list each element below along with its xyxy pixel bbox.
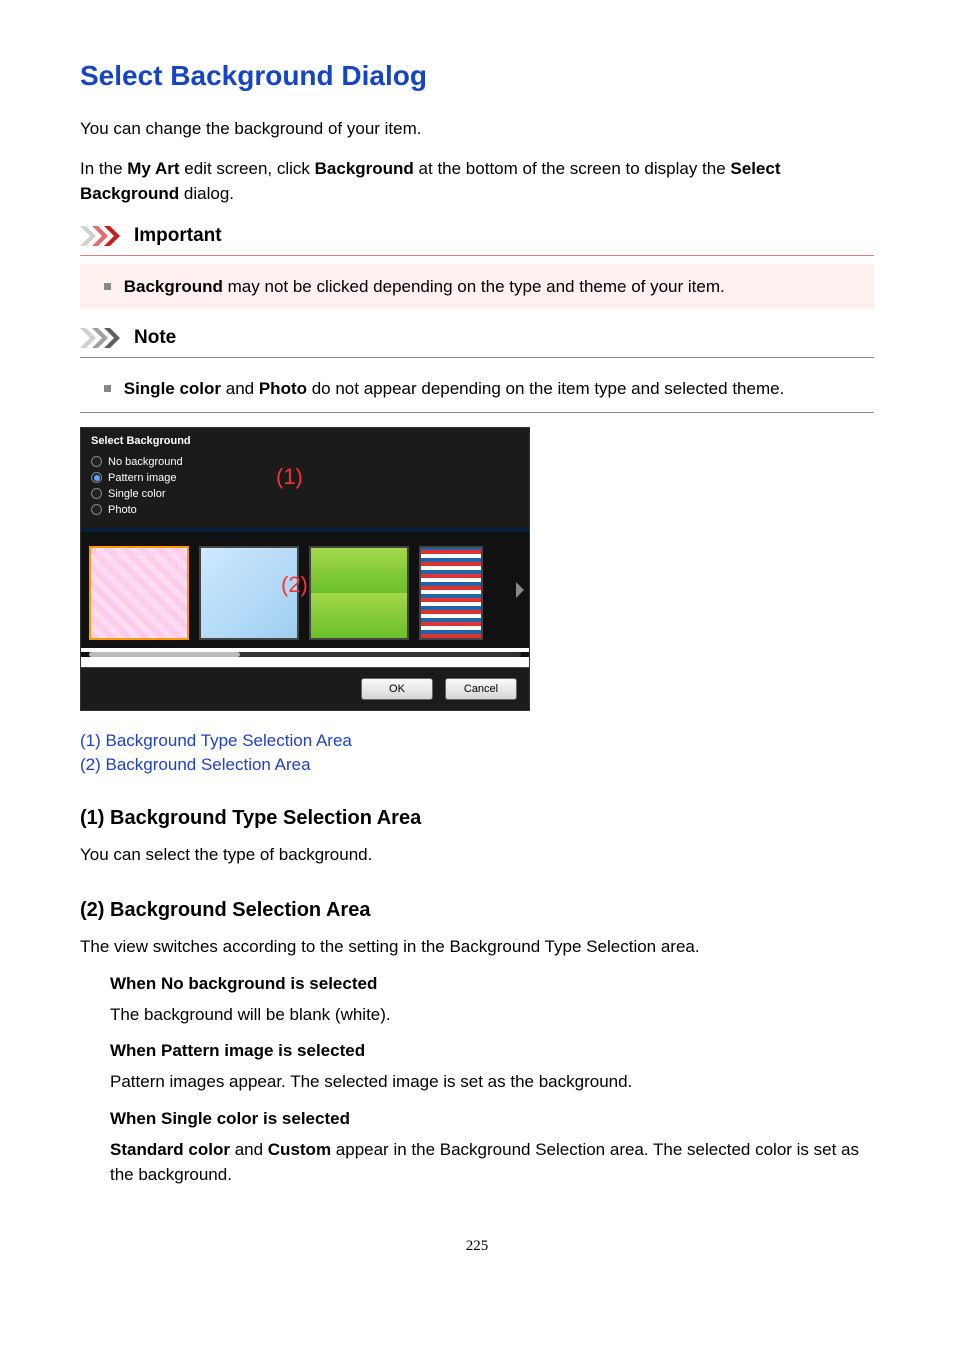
thumbnail[interactable]: [309, 546, 409, 640]
page-number: 225: [80, 1238, 874, 1255]
section-2-body: The view switches according to the setti…: [80, 934, 874, 960]
dialog-options: No background Pattern image Single color…: [81, 454, 529, 528]
def-body: Standard color and Custom appear in the …: [110, 1137, 874, 1188]
link-section-2[interactable]: (2) Background Selection Area: [80, 755, 874, 775]
bullet-icon: [104, 385, 111, 392]
section-1-heading: (1) Background Type Selection Area: [80, 807, 874, 830]
radio-no-background[interactable]: No background: [91, 454, 519, 470]
usage-text: In the My Art edit screen, click Backgro…: [80, 156, 874, 207]
radio-pattern-image[interactable]: Pattern image: [91, 470, 519, 486]
thumbnail[interactable]: [199, 546, 299, 640]
thumbnail[interactable]: [419, 546, 483, 640]
def-term: When Pattern image is selected: [110, 1041, 874, 1061]
ok-button[interactable]: OK: [361, 678, 433, 700]
note-box: Single color and Photo do not appear dep…: [80, 366, 874, 413]
chevron-right-icon[interactable]: [513, 582, 525, 598]
cancel-button[interactable]: Cancel: [445, 678, 517, 700]
definitions-list: When No background is selected The backg…: [110, 974, 874, 1188]
def-term: When Single color is selected: [110, 1109, 874, 1129]
link-section-1[interactable]: (1) Background Type Selection Area: [80, 731, 874, 751]
important-box: Background may not be clicked depending …: [80, 264, 874, 310]
screenshot-select-background: Select Background No background Pattern …: [80, 427, 530, 711]
section-1-body: You can select the type of background.: [80, 842, 874, 868]
section-2-heading: (2) Background Selection Area: [80, 899, 874, 922]
radio-photo[interactable]: Photo: [91, 502, 519, 518]
chevrons-icon: [80, 328, 126, 348]
scrollbar[interactable]: [89, 652, 521, 657]
divider: [80, 255, 874, 256]
intro-text: You can change the background of your it…: [80, 116, 874, 142]
radio-single-color[interactable]: Single color: [91, 486, 519, 502]
chevrons-icon: [80, 226, 126, 246]
important-label: Important: [80, 225, 874, 247]
divider: [80, 357, 874, 358]
def-term: When No background is selected: [110, 974, 874, 994]
def-body: Pattern images appear. The selected imag…: [110, 1069, 874, 1095]
dialog-title: Select Background: [81, 428, 529, 454]
note-label: Note: [80, 327, 874, 349]
bullet-icon: [104, 283, 111, 290]
thumbnail[interactable]: [89, 546, 189, 640]
dialog-thumbnails: (2): [81, 528, 529, 648]
page-title: Select Background Dialog: [80, 60, 874, 92]
def-body: The background will be blank (white).: [110, 1002, 874, 1028]
